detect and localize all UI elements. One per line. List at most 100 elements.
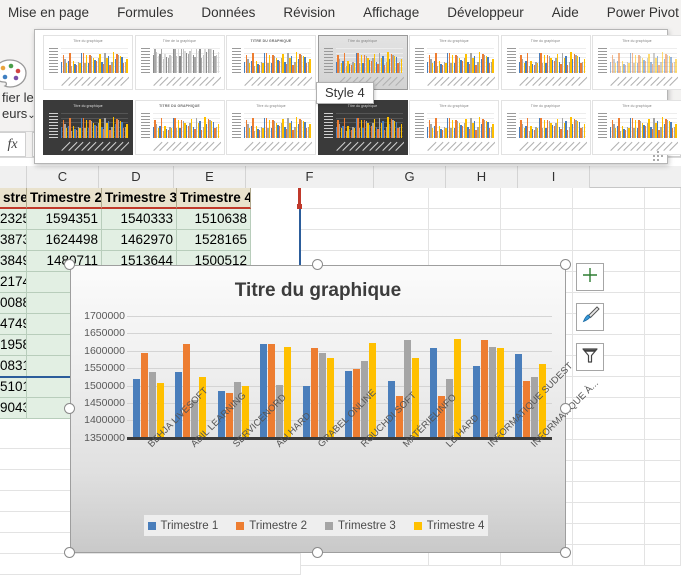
column-header-e[interactable]: E — [174, 166, 246, 188]
gallery-style-9[interactable]: TITRE DU GRAPHIQUE — [134, 100, 225, 155]
chart-legend[interactable]: Trimestre 1 Trimestre 2 Trimestre 3 Trimest… — [144, 515, 488, 536]
ribbon-tab-5[interactable]: Développeur — [433, 0, 538, 26]
empty-cell[interactable] — [645, 440, 681, 461]
bar[interactable] — [480, 340, 488, 438]
bar[interactable] — [345, 370, 353, 438]
name-box[interactable]: fx — [0, 132, 26, 157]
ribbon-tab-2[interactable]: Données — [187, 0, 269, 26]
table-cell[interactable]: 51013 — [0, 377, 27, 398]
empty-cell[interactable] — [301, 209, 429, 230]
bar[interactable] — [310, 348, 318, 438]
empty-cell[interactable] — [501, 188, 573, 209]
ribbon-tab-0[interactable]: Mise en page — [0, 0, 103, 26]
gallery-style-8[interactable]: Titre du graphique — [43, 100, 133, 155]
empty-cell[interactable] — [645, 188, 681, 209]
table-cell[interactable]: 1624498 — [27, 230, 102, 251]
empty-cell[interactable] — [645, 251, 681, 272]
column-header-d[interactable]: D — [99, 166, 174, 188]
empty-cell[interactable] — [573, 188, 645, 209]
table-cell[interactable]: 90434 — [0, 398, 27, 419]
empty-cell[interactable] — [645, 293, 681, 314]
empty-cell[interactable] — [301, 188, 429, 209]
table-cell[interactable]: 1594351 — [27, 209, 102, 230]
column-header-g[interactable]: G — [374, 166, 446, 188]
selection-corner-handle[interactable] — [297, 204, 302, 209]
gallery-style-13[interactable]: Titre du graphique — [500, 100, 591, 155]
legend-item[interactable]: Trimestre 2 — [236, 520, 307, 532]
chart-handle-mr[interactable] — [560, 403, 571, 414]
table-header-cell[interactable]: Trimestre 4 — [177, 188, 251, 209]
empty-cell[interactable] — [645, 461, 681, 482]
table-cell[interactable]: 1528165 — [177, 230, 251, 251]
table-cell[interactable]: 47498 — [0, 314, 27, 335]
gallery-style-7[interactable]: Titre du graphique — [592, 35, 681, 90]
empty-cell[interactable] — [645, 335, 681, 356]
empty-cell[interactable] — [645, 545, 681, 566]
empty-cell[interactable] — [645, 209, 681, 230]
gallery-resize-grip[interactable] — [653, 151, 663, 161]
empty-cell[interactable] — [645, 398, 681, 419]
empty-cell[interactable] — [645, 230, 681, 251]
chart-styles-button[interactable] — [576, 303, 604, 331]
bar[interactable] — [183, 343, 191, 438]
gallery-style-11[interactable]: Titre du graphique — [317, 100, 408, 155]
empty-cell[interactable] — [429, 188, 501, 209]
empty-cell[interactable] — [0, 554, 301, 575]
table-cell[interactable]: 1462970 — [102, 230, 177, 251]
table-cell[interactable]: 38739 — [0, 230, 27, 251]
table-cell[interactable]: 38499 — [0, 251, 27, 272]
empty-cell[interactable] — [573, 230, 645, 251]
column-header-h[interactable]: H — [446, 166, 518, 188]
table-header-cell[interactable]: Trimestre 2 — [27, 188, 102, 209]
empty-cell[interactable] — [573, 209, 645, 230]
ribbon-tab-7[interactable]: Power Pivot — [593, 0, 681, 26]
bar[interactable] — [148, 372, 156, 438]
empty-cell[interactable] — [573, 440, 645, 461]
table-cell[interactable]: 1510638 — [177, 209, 251, 230]
empty-cell[interactable] — [645, 272, 681, 293]
chart-elements-button[interactable] — [576, 263, 604, 291]
bar[interactable] — [454, 338, 462, 438]
table-header-cell[interactable]: Trimestre 3 — [102, 188, 177, 209]
empty-cell[interactable] — [573, 482, 645, 503]
chart-handle-br[interactable] — [560, 547, 571, 558]
empty-cell[interactable] — [573, 545, 645, 566]
table-cell[interactable]: 08313 — [0, 356, 27, 377]
empty-cell[interactable] — [573, 461, 645, 482]
gallery-style-5[interactable]: Titre du graphique — [409, 35, 499, 90]
empty-cell[interactable] — [573, 503, 645, 524]
bar[interactable] — [403, 340, 411, 438]
bar[interactable] — [488, 347, 496, 438]
empty-cell[interactable] — [645, 377, 681, 398]
table-cell[interactable]: 21747 — [0, 272, 27, 293]
ribbon-tab-4[interactable]: Affichage — [349, 0, 433, 26]
chart-handle-bl[interactable] — [64, 547, 75, 558]
embedded-chart[interactable]: Titre du graphique 1700000 1650000 1600000… — [70, 265, 601, 553]
legend-item[interactable]: Trimestre 1 — [147, 520, 218, 532]
chart-filters-button[interactable] — [576, 343, 604, 371]
gallery-style-3[interactable]: TITRE DU GRAPHIQUE — [226, 35, 316, 90]
empty-cell[interactable] — [301, 230, 429, 251]
empty-cell[interactable] — [429, 230, 501, 251]
chart-handle-tm[interactable] — [312, 259, 323, 270]
gallery-style-1[interactable]: Titre du graphique — [43, 35, 133, 90]
bar[interactable] — [140, 352, 148, 438]
empty-cell[interactable] — [501, 230, 573, 251]
chart-handle-ml[interactable] — [64, 403, 75, 414]
empty-cell[interactable] — [501, 209, 573, 230]
ribbon-tab-1[interactable]: Formules — [103, 0, 187, 26]
gallery-style-12[interactable]: Titre du graphique — [409, 100, 499, 155]
empty-cell[interactable] — [645, 503, 681, 524]
gallery-style-6[interactable]: Titre du graphique — [500, 35, 591, 90]
empty-cell[interactable] — [573, 419, 645, 440]
gallery-style-14[interactable]: Titre du graphique — [592, 100, 681, 155]
bar[interactable] — [132, 379, 140, 438]
column-header-c[interactable]: C — [27, 166, 99, 188]
column-header-i[interactable]: I — [518, 166, 590, 188]
ribbon-tab-3[interactable]: Révision — [269, 0, 349, 26]
ribbon-tab-6[interactable]: Aide — [538, 0, 593, 26]
gallery-style-2[interactable]: Titre de la graphique — [134, 35, 225, 90]
legend-item[interactable]: Trimestre 3 — [325, 520, 396, 532]
table-cell[interactable]: 1540333 — [102, 209, 177, 230]
table-cell[interactable]: 23259 — [0, 209, 27, 230]
